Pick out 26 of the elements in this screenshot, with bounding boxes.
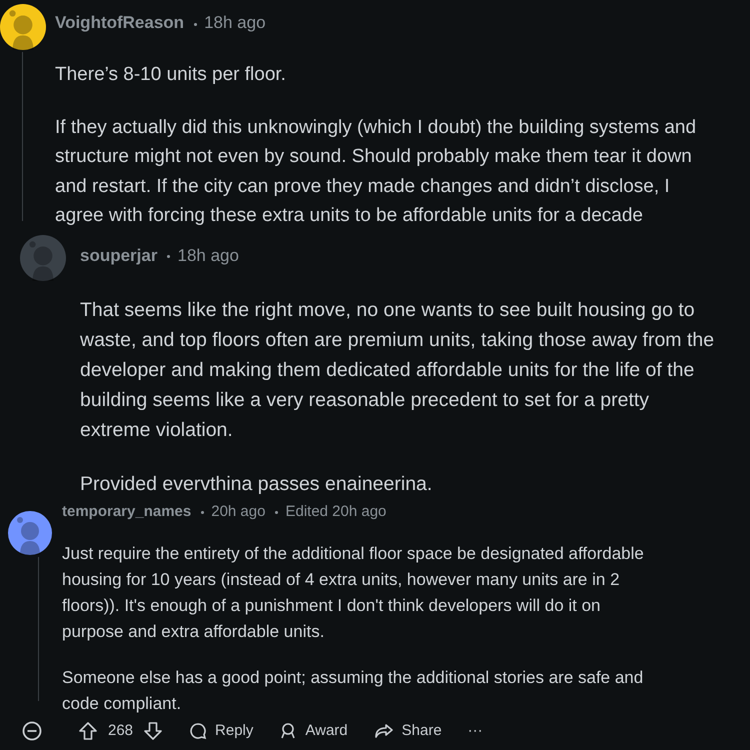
comment-text: Someone else has a good point; assuming the additional stories are safe and code compliant. xyxy=(62,666,644,714)
downvote-icon[interactable] xyxy=(143,720,164,740)
vote-count: 268 xyxy=(108,722,134,739)
award-button[interactable]: Award xyxy=(279,722,348,740)
comment-text: There’s 8-10 units per floor. xyxy=(55,63,287,87)
comment-text: If they actually did this unknowingly (which I doubt) the building systems and structure might not even by sound. Should probably make them tear it down and restart. If the city can prove they made changes and didn’t disclose, I agree with forcing these extra units to be affordable units for a decade xyxy=(55,116,698,228)
avatar-icon[interactable] xyxy=(0,4,46,50)
username[interactable]: VoightofReason xyxy=(55,13,184,33)
share-icon xyxy=(374,722,394,740)
username[interactable]: souperjar xyxy=(80,246,158,266)
timestamp: 20h ago xyxy=(211,503,266,520)
upvote-icon[interactable] xyxy=(78,720,98,740)
comment-text: That seems like the right move, no one wants to see built housing go to waste, and top floors often are premium units, taking those away from the developer and making them dedicated affordable units for the life of the building seems like a very reasonable precedent to set for a pretty extreme violation. xyxy=(80,298,716,442)
award-icon xyxy=(279,722,298,740)
reply-button[interactable]: Reply xyxy=(189,722,254,740)
comment-text: Just require the entirety of the additional floor space be designated affordable housing for 10 years (instead of 4 extra units, however many units are in 2 floors)). It's enough of a punishment I don't think developers will do it on purpose and extra affordable units. xyxy=(62,542,645,642)
share-button[interactable]: Share xyxy=(374,722,442,740)
chat-bubble-icon xyxy=(189,722,208,740)
comment-text: Provided evervthina passes enaineerina. xyxy=(80,472,434,494)
username[interactable]: temporary_names xyxy=(62,503,192,520)
timestamp: 18h ago xyxy=(204,13,266,33)
edited-label: Edited 20h ago xyxy=(285,503,386,520)
collapse-icon[interactable] xyxy=(22,720,42,740)
timestamp: 18h ago xyxy=(177,246,239,266)
avatar-icon[interactable] xyxy=(8,510,52,554)
more-button[interactable]: ··· xyxy=(468,722,483,739)
